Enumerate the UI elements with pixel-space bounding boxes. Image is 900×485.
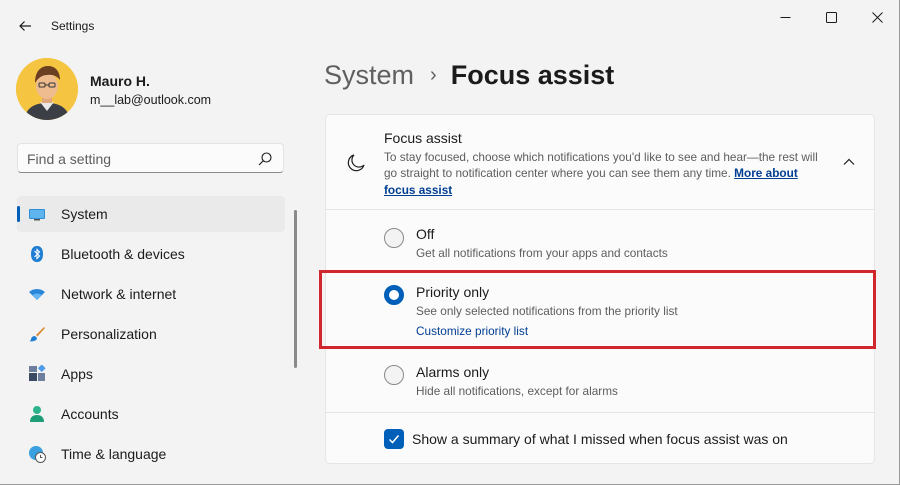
wifi-icon — [29, 289, 45, 300]
search-icon[interactable] — [257, 151, 273, 167]
sidebar-nav: System Bluetooth & devices Network & int… — [17, 196, 285, 476]
sidebar-item-apps[interactable]: Apps — [17, 356, 285, 392]
sidebar-item-network[interactable]: Network & internet — [17, 276, 285, 312]
profile-name: Mauro H. — [90, 73, 150, 89]
radio-alarms-only[interactable] — [384, 365, 404, 385]
sidebar-item-label: Personalization — [61, 326, 157, 342]
sidebar-scrollbar[interactable] — [294, 210, 297, 368]
moon-icon — [347, 154, 365, 172]
arrow-left-icon — [19, 21, 31, 31]
minimize-icon — [780, 16, 790, 18]
title-bar: Settings — [0, 0, 900, 50]
option-description: Get all notifications from your apps and… — [416, 246, 668, 260]
brush-icon — [29, 327, 45, 342]
back-button[interactable] — [10, 12, 40, 40]
apps-icon — [29, 365, 46, 381]
option-label: Alarms only — [416, 364, 490, 380]
breadcrumb-separator: › — [430, 64, 437, 86]
maximize-button[interactable] — [808, 0, 854, 34]
card-description: To stay focused, choose which notificati… — [384, 149, 824, 198]
focus-assist-header[interactable]: Focus assist To stay focused, choose whi… — [326, 115, 874, 210]
page-title: Focus assist — [450, 60, 615, 90]
sidebar-item-accounts[interactable]: Accounts — [17, 396, 285, 432]
option-description: Hide all notifications, except for alarm… — [416, 384, 618, 398]
sidebar-item-label: Accounts — [61, 406, 119, 422]
minimize-button[interactable] — [762, 0, 808, 34]
sidebar-item-system[interactable]: System — [17, 196, 285, 232]
chevron-up-icon[interactable] — [842, 155, 856, 169]
sidebar-item-label: System — [61, 206, 108, 222]
option-label: Off — [416, 226, 435, 242]
breadcrumb-parent[interactable]: System — [324, 60, 414, 91]
globe-clock-icon — [29, 446, 46, 463]
sidebar-item-label: Network & internet — [61, 286, 177, 302]
sidebar-item-bluetooth[interactable]: Bluetooth & devices — [17, 236, 285, 272]
card-title: Focus assist — [384, 130, 462, 146]
sidebar-item-label: Time & language — [61, 446, 167, 462]
summary-checkbox[interactable] — [384, 429, 404, 449]
maximize-icon — [825, 11, 837, 23]
summary-checkbox-label: Show a summary of what I missed when foc… — [412, 431, 788, 447]
checkmark-icon — [388, 435, 400, 444]
avatar[interactable] — [16, 58, 78, 120]
sidebar-item-time-language[interactable]: Time & language — [17, 436, 285, 472]
profile-email: m__lab@outlook.com — [90, 93, 212, 107]
sidebar-item-personalization[interactable]: Personalization — [17, 316, 285, 352]
radio-off[interactable] — [384, 228, 404, 248]
settings-window: Settings Mauro H. m__lab@outlook.com Fin… — [0, 0, 900, 485]
breadcrumb: System › Focus assist — [324, 60, 614, 91]
user-avatar-icon — [16, 58, 78, 120]
divider — [326, 412, 874, 413]
bluetooth-icon — [31, 246, 43, 262]
close-icon — [871, 11, 883, 23]
accounts-icon — [30, 406, 44, 422]
sidebar-item-label: Bluetooth & devices — [61, 246, 185, 262]
app-title: Settings — [51, 19, 95, 33]
sidebar-item-label: Apps — [61, 366, 93, 382]
search-box — [17, 143, 284, 173]
highlight-box — [319, 270, 876, 349]
system-icon — [29, 209, 45, 221]
close-button[interactable] — [854, 0, 900, 34]
search-input[interactable] — [27, 149, 247, 169]
